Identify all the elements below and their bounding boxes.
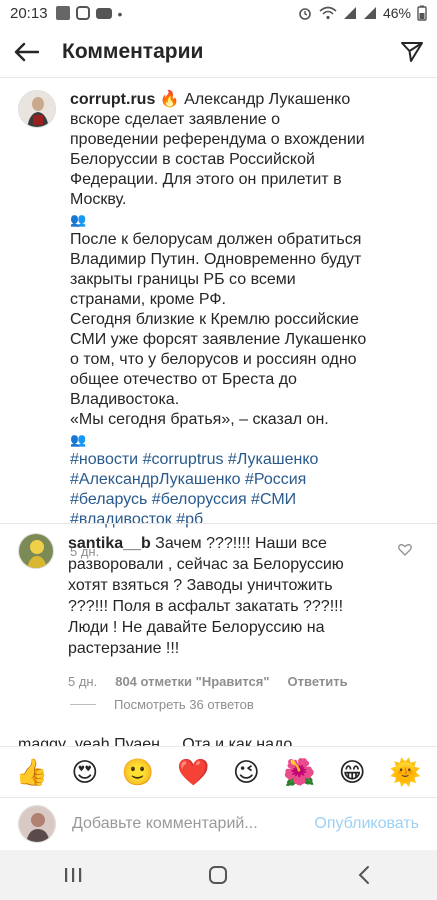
recent-apps-icon (64, 868, 82, 882)
emoji-thumbs-up[interactable]: 👍 (16, 757, 48, 787)
youtube-icon (95, 7, 112, 19)
comment-item: santika__b Зачем ???!!!! Наши все развор… (0, 533, 437, 692)
emoji-flower[interactable]: 🌺 (283, 757, 315, 787)
status-bar: 20:13 • 46% (0, 0, 437, 26)
comment-text: Зачем ???!!!! Наши все разворовали , сей… (68, 535, 344, 657)
emoji-bar: 👍 😍 🙂 ❤️ 😉 🌺 😁 🌞 (0, 746, 437, 796)
paper-plane-icon (401, 41, 423, 62)
battery-percent: 46% (382, 5, 411, 21)
divider (0, 523, 437, 524)
emoji-heart-eyes[interactable]: 😍 (71, 757, 98, 787)
home-icon (209, 866, 228, 884)
next-comment-text: maggy_yeah Пуаен ... Ота и как надо (18, 736, 293, 746)
view-replies-label: Посмотреть 36 ответов (114, 697, 254, 712)
publish-button[interactable]: Опубликовать (314, 815, 419, 833)
caption-text-4: «Мы сегодня братья», – сказал он. (70, 411, 329, 428)
signal-icon (343, 7, 356, 19)
fire-emoji: 🔥 (159, 91, 180, 108)
notification-icon (55, 6, 70, 20)
replies-line (70, 704, 96, 705)
avatar[interactable] (18, 533, 54, 569)
comment-username[interactable]: santika__b (68, 535, 151, 552)
view-replies-button[interactable]: Посмотреть 36 ответов (70, 697, 254, 712)
caption-username[interactable]: corrupt.rus (70, 91, 155, 108)
chevron-left-icon (358, 866, 370, 884)
share-button[interactable] (387, 26, 437, 78)
people-emoji-2: 👥 (70, 432, 87, 447)
back-button[interactable] (0, 26, 52, 78)
system-nav-bar (0, 850, 437, 900)
home-button[interactable] (188, 855, 248, 895)
more-dots-icon: • (117, 6, 123, 22)
instagram-icon (75, 6, 90, 20)
system-back-button[interactable] (334, 855, 394, 895)
caption-text-1: Александр Лукашенко вскоре сделает заявл… (70, 91, 365, 208)
caption-text-3: Сегодня близкие к Кремлю российские СМИ … (70, 311, 367, 408)
like-comment-button[interactable] (398, 543, 412, 561)
hashtags[interactable]: #новости #corruptrus #Лукашенко #Алексан… (70, 451, 318, 528)
emoji-smile[interactable]: 🙂 (122, 757, 154, 787)
header: Комментарии (0, 26, 437, 78)
avatar (18, 804, 56, 843)
wifi-icon (319, 6, 337, 20)
emoji-red-heart[interactable]: ❤️ (177, 757, 209, 787)
next-comment-partial: maggy_yeah Пуаен ... Ота и как надо (18, 736, 418, 746)
avatar[interactable] (18, 90, 56, 128)
page-title: Комментарии (62, 39, 204, 63)
comment-input[interactable] (72, 814, 282, 833)
comment-likes[interactable]: 804 отметки "Нравится" (115, 671, 269, 692)
emoji-sun[interactable]: 🌞 (389, 757, 421, 787)
user-avatar-image (19, 91, 55, 127)
caption-text-2: После к белорусам должен обратиться Влад… (70, 231, 362, 308)
comment-time: 5 дн. (68, 674, 98, 689)
commenter-avatar-image (19, 534, 53, 568)
emoji-wink[interactable]: 😉 (233, 757, 260, 787)
emoji-grin[interactable]: 😁 (339, 757, 366, 787)
people-emoji: 👥 (70, 212, 87, 227)
comment-composer: Опубликовать (0, 797, 437, 849)
arrow-left-icon (14, 42, 39, 61)
own-avatar-image (19, 805, 55, 842)
recent-apps-button[interactable] (43, 855, 103, 895)
signal-icon-2 (363, 7, 376, 19)
post-caption: corrupt.rus 🔥 Александр Лукашенко вскоре… (0, 90, 437, 562)
status-time: 20:13 (10, 4, 48, 22)
reply-button[interactable]: Ответить (288, 671, 348, 692)
alarm-icon (299, 8, 311, 20)
battery-icon (417, 5, 427, 21)
heart-outline-icon (398, 544, 412, 556)
